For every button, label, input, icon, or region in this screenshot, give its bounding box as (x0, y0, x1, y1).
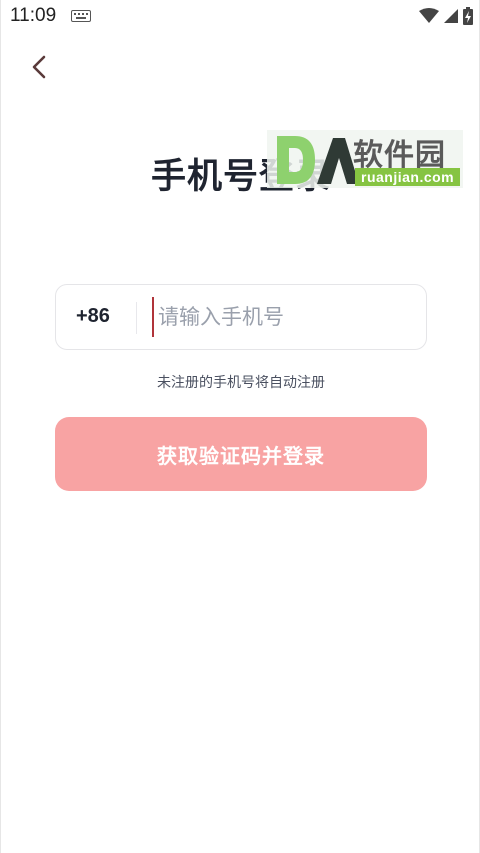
battery-charging-icon (463, 7, 473, 25)
divider (136, 302, 137, 334)
status-time: 11:09 (10, 5, 57, 26)
country-code-selector[interactable]: +86 (76, 305, 110, 328)
phone-input[interactable] (152, 297, 418, 337)
status-icons (419, 6, 473, 26)
chevron-left-icon (32, 55, 46, 79)
signal-icon (444, 9, 458, 23)
auto-register-hint: 未注册的手机号将自动注册 (157, 375, 325, 391)
status-bar: 11:09 (1, 0, 479, 34)
keyboard-icon (71, 10, 91, 22)
wifi-icon (419, 8, 439, 23)
phone-input-box: +86 (55, 284, 427, 350)
watermark-logo (277, 136, 355, 184)
watermark-url: ruanjian.com (355, 168, 461, 186)
watermark: 软件园 ruanjian.com (267, 130, 463, 188)
get-code-login-button[interactable]: 获取验证码并登录 (55, 417, 427, 491)
back-button[interactable] (23, 50, 57, 84)
